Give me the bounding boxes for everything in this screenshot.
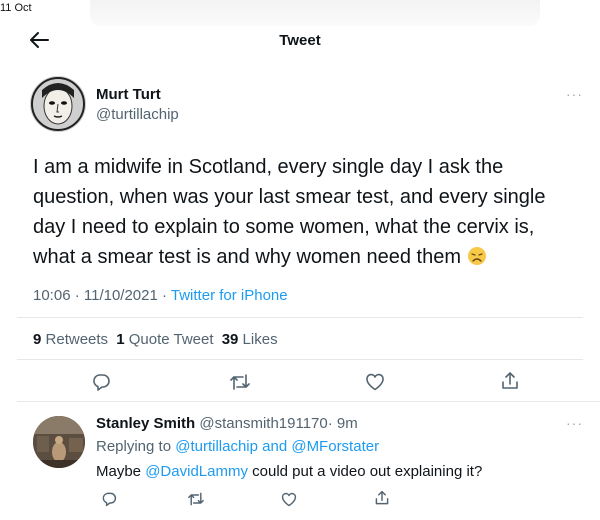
likes-count[interactable]: 39 [222, 331, 239, 348]
author-handle[interactable]: @turtillachip [96, 106, 179, 123]
quotes-count[interactable]: 1 [116, 331, 124, 348]
replying-prefix: Replying to [96, 438, 176, 455]
tweet-source-link[interactable]: Twitter for iPhone [171, 287, 288, 304]
reply-body: Maybe @DavidLammy could put a video out … [96, 463, 482, 480]
divider [17, 317, 583, 318]
divider [17, 401, 600, 402]
quotes-label[interactable]: Quote Tweet [129, 331, 214, 348]
reply-header: Stanley Smith @stansmith191170· 9m [96, 415, 358, 432]
share-icon[interactable] [500, 371, 520, 391]
tweet-meta: 10:06 · 11/10/2021 · Twitter for iPhone [33, 287, 288, 304]
reply-author-name[interactable]: Stanley Smith [96, 415, 195, 432]
retweet-icon[interactable] [187, 491, 205, 507]
divider [17, 359, 583, 360]
reply-author-avatar[interactable] [33, 416, 85, 468]
reply-text-rest: could put a video out explaining it? [247, 463, 483, 480]
retweets-count[interactable]: 9 [33, 331, 41, 348]
retweet-icon[interactable] [229, 372, 251, 392]
author-name[interactable]: Murt Turt [96, 86, 161, 103]
tweet-stats: 9 Retweets 1 Quote Tweet 39 Likes [33, 331, 278, 348]
replying-to: Replying to @turtillachip and @MForstate… [96, 438, 379, 455]
status-date: 11 Oct [0, 2, 32, 14]
blurred-status-area [90, 0, 540, 26]
reply-icon[interactable] [91, 372, 111, 392]
tweet-body: I am a midwife in Scotland, every single… [33, 152, 573, 272]
likes-label[interactable]: Likes [243, 331, 278, 348]
author-avatar[interactable] [30, 76, 86, 132]
reply-more-options-icon[interactable]: ··· [566, 415, 583, 431]
page-title: Tweet [279, 32, 321, 49]
reply-text-prefix: Maybe [96, 463, 146, 480]
mention-link[interactable]: @DavidLammy [145, 463, 248, 480]
reply-author-handle[interactable]: @stansmith191170 [199, 415, 327, 432]
disappointed-face-icon [467, 245, 487, 265]
replying-to-links[interactable]: @turtillachip and @MForstater [175, 438, 379, 455]
like-icon[interactable] [365, 373, 385, 391]
more-options-icon[interactable]: ··· [566, 86, 583, 102]
reply-age: · 9m [327, 415, 358, 432]
share-icon[interactable] [374, 490, 390, 506]
retweets-label[interactable]: Retweets [46, 331, 109, 348]
like-icon[interactable] [281, 492, 297, 507]
reply-icon[interactable] [101, 491, 117, 507]
tweet-time: 10:06 · 11/10/2021 · [33, 287, 171, 304]
